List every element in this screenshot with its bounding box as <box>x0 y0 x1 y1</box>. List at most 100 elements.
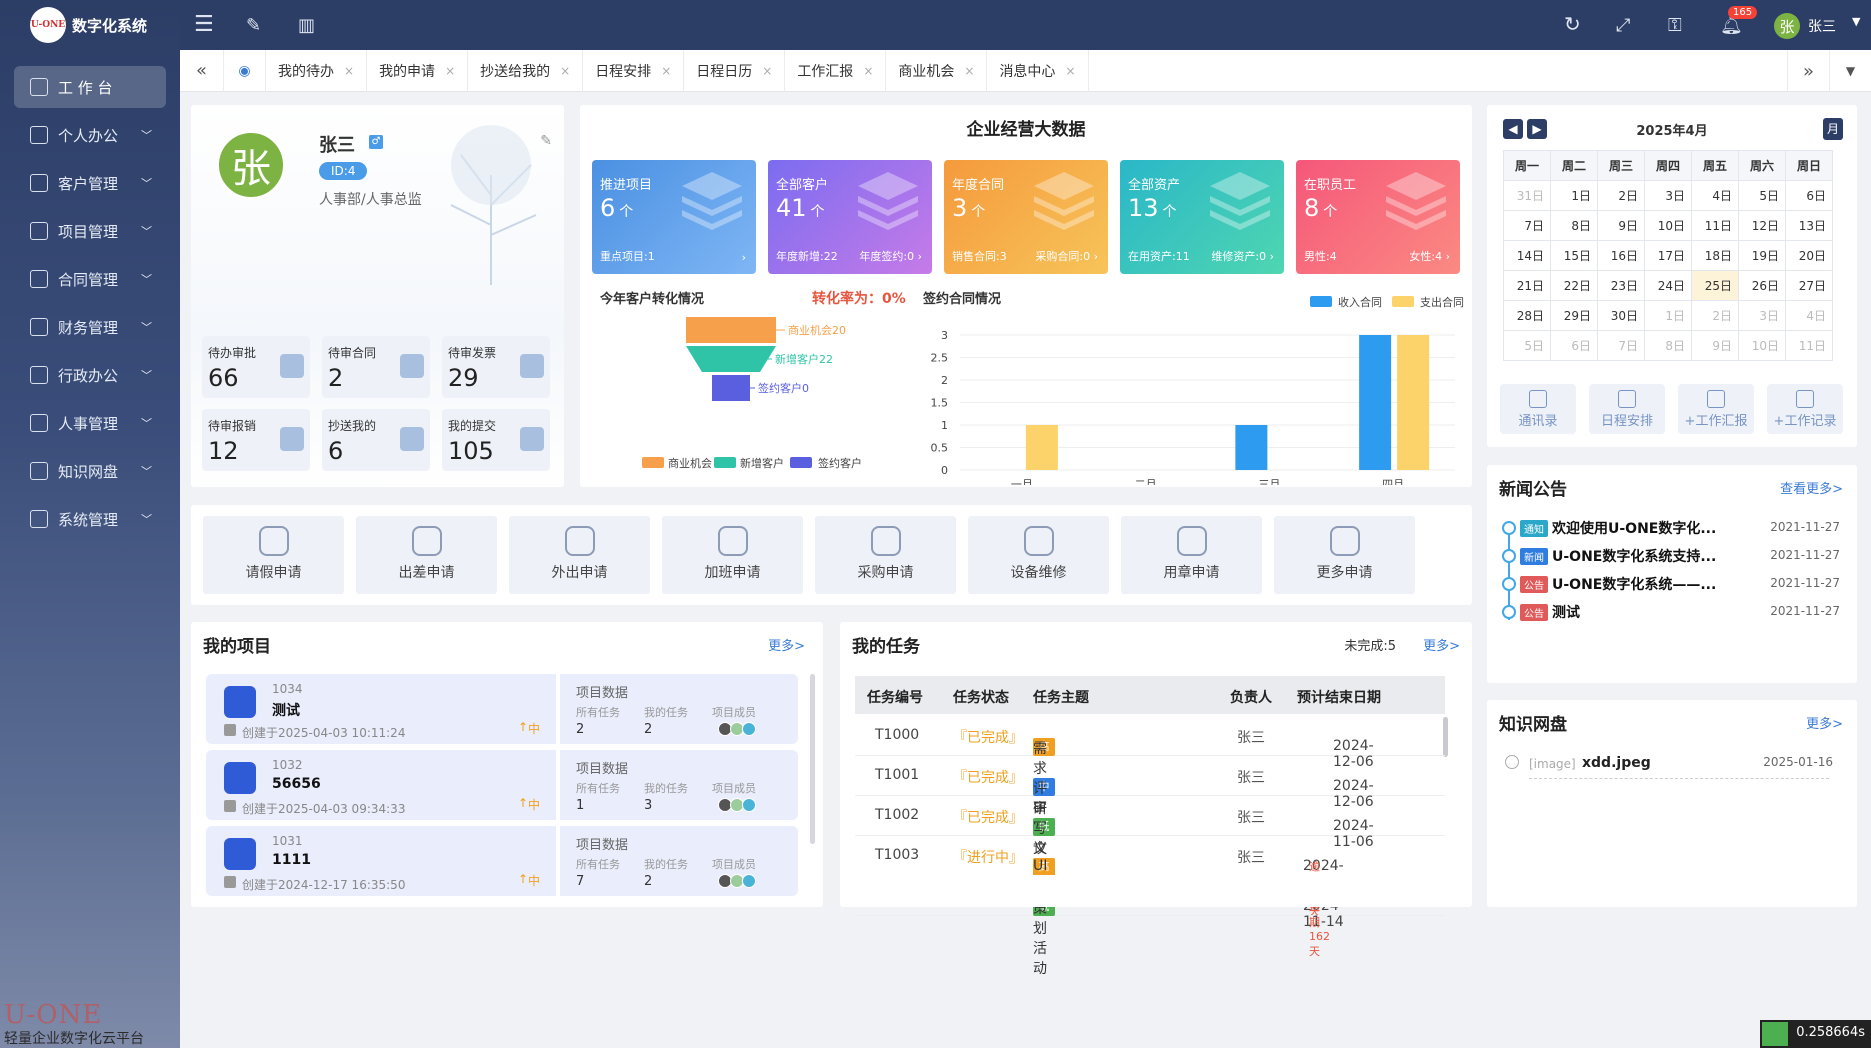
task-row-1[interactable]: T1001『已完成』中评审会议张三2024-12-06 <box>855 756 1445 857</box>
sidebar-item-9[interactable]: 系统管理 ﹀ <box>14 498 166 540</box>
calendar-day[interactable]: 18日 <box>1691 240 1739 271</box>
tabs-scroll-right-icon[interactable]: » <box>1787 50 1829 92</box>
calendar-day[interactable]: 2日 <box>1691 300 1739 331</box>
tab-1[interactable]: 我的申请 × <box>367 49 469 92</box>
bigdata-card-1[interactable]: 全部客户 41 个年度新增:22 年度签约:0 › <box>768 160 932 274</box>
calendar-day[interactable]: 11日 <box>1691 210 1739 241</box>
tab-5[interactable]: 工作汇报 × <box>785 49 887 92</box>
calendar-day[interactable]: 16日 <box>1597 240 1645 271</box>
calendar-day[interactable]: 8日 <box>1550 210 1598 241</box>
tab-3[interactable]: 日程安排 × <box>583 49 685 92</box>
news-more-link[interactable]: 查看更多> <box>1780 478 1843 497</box>
calendar-month-mode[interactable]: 月 <box>1823 118 1843 140</box>
fullscreen-icon[interactable]: ⤢ <box>1616 15 1630 36</box>
app-0[interactable]: 请假申请 <box>203 516 344 594</box>
sidebar-item-4[interactable]: 合同管理 ﹀ <box>14 258 166 300</box>
app-3[interactable]: 加班申请 <box>662 516 803 594</box>
tabs-scroll-left-icon[interactable]: « <box>180 49 224 92</box>
app-2[interactable]: 外出申请 <box>509 516 650 594</box>
calendar-day[interactable]: 27日 <box>1785 270 1833 301</box>
calendar-day[interactable]: 6日 <box>1785 180 1833 211</box>
sidebar-item-5[interactable]: 财务管理 ﹀ <box>14 306 166 348</box>
task-row-3[interactable]: T1003『进行中』高UI绘制张三2024-12-28逾期118天 <box>855 836 1445 918</box>
file-radio-icon[interactable] <box>1505 755 1519 769</box>
tasks-more-link[interactable]: 更多> <box>1423 635 1460 654</box>
news-row-1[interactable]: 新闻 U-ONE数字化系统支持... 2021-11-27 <box>1500 546 1840 568</box>
calendar-day[interactable]: 10日 <box>1738 330 1786 361</box>
calendar-day[interactable]: 5日 <box>1738 180 1786 211</box>
sidebar-item-2[interactable]: 客户管理 ﹀ <box>14 162 166 204</box>
tabs-menu-chevron-icon[interactable]: ▼ <box>1829 50 1871 92</box>
tab-4[interactable]: 日程日历 × <box>684 49 786 92</box>
calendar-day[interactable]: 29日 <box>1550 300 1598 331</box>
calendar-day[interactable]: 6日 <box>1550 330 1598 361</box>
calendar-day[interactable]: 5日 <box>1503 330 1551 361</box>
calendar-day[interactable]: 8日 <box>1644 330 1692 361</box>
calendar-day[interactable]: 21日 <box>1503 270 1551 301</box>
sidebar-item-6[interactable]: 行政办公 ﹀ <box>14 354 166 396</box>
calendar-day[interactable]: 1日 <box>1644 300 1692 331</box>
tab-home[interactable]: ◉ <box>224 49 266 92</box>
tab-6[interactable]: 商业机会 × <box>886 49 988 92</box>
calendar-day[interactable]: 3日 <box>1644 180 1692 211</box>
tab-close-icon[interactable]: × <box>964 64 974 78</box>
quick-action-2[interactable]: +工作汇报 <box>1678 384 1754 434</box>
layout-icon[interactable]: ▥ <box>298 15 315 36</box>
task-row-2[interactable]: T1002『已完成』低写文案张三2024-11-06 <box>855 796 1445 877</box>
calendar-day[interactable]: 15日 <box>1550 240 1598 271</box>
calendar-day[interactable]: 13日 <box>1785 210 1833 241</box>
calendar-day[interactable]: 25日 <box>1691 270 1739 301</box>
news-row-0[interactable]: 通知 欢迎使用U-ONE数字化... 2021-11-27 <box>1500 518 1840 540</box>
project-row-2[interactable]: 1031 1111 创建于2024-12-17 16:35:50 ↑ 中 项目数据 所有任务… <box>206 826 798 896</box>
user-name[interactable]: 张三 <box>1808 16 1836 36</box>
bigdata-card-4[interactable]: 在职员工 8 个男性:4 女性:4 › <box>1296 160 1460 274</box>
quick-action-1[interactable]: 日程安排 <box>1589 384 1665 434</box>
news-row-2[interactable]: 公告 U-ONE数字化系统——... 2021-11-27 <box>1500 574 1840 596</box>
user-chevron-down-icon[interactable]: ▼ <box>1852 15 1860 28</box>
news-row-3[interactable]: 公告 测试 2021-11-27 <box>1500 602 1840 624</box>
tab-7[interactable]: 消息中心 × <box>987 49 1089 92</box>
calendar-day[interactable]: 24日 <box>1644 270 1692 301</box>
quick-action-0[interactable]: 通讯录 <box>1500 384 1576 434</box>
task-row-0[interactable]: T1000『已完成』高需求调研张三2024-12-06 <box>855 716 1445 817</box>
calendar-day[interactable]: 9日 <box>1597 210 1645 241</box>
file-name[interactable]: xdd.jpeg <box>1582 755 1651 771</box>
tab-close-icon[interactable]: × <box>762 64 772 78</box>
refresh-icon[interactable]: ↻ <box>1564 12 1581 36</box>
app-1[interactable]: 出差申请 <box>356 516 497 594</box>
tab-close-icon[interactable]: × <box>445 64 455 78</box>
calendar-day[interactable]: 11日 <box>1785 330 1833 361</box>
sidebar-item-8[interactable]: 知识网盘 ﹀ <box>14 450 166 492</box>
calendar-day[interactable]: 1日 <box>1550 180 1598 211</box>
calendar-day[interactable]: 10日 <box>1644 210 1692 241</box>
tab-close-icon[interactable]: × <box>344 64 354 78</box>
project-row-1[interactable]: 1032 56656 创建于2025-04-03 09:34:33 ↑ 中 项目数据 所有任… <box>206 750 798 820</box>
profile-stat-4[interactable]: 抄送我的 6 <box>322 409 430 471</box>
disk-more-link[interactable]: 更多> <box>1806 713 1843 732</box>
profile-stat-5[interactable]: 我的提交 105 <box>442 409 550 471</box>
calendar-day[interactable]: 9日 <box>1691 330 1739 361</box>
calendar-day[interactable]: 7日 <box>1597 330 1645 361</box>
tab-close-icon[interactable]: × <box>661 64 671 78</box>
calendar-day[interactable]: 7日 <box>1503 210 1551 241</box>
user-avatar[interactable]: 张 <box>1774 13 1800 39</box>
calendar-day[interactable]: 4日 <box>1691 180 1739 211</box>
profile-stat-2[interactable]: 待审发票 29 <box>442 336 550 398</box>
calendar-day[interactable]: 31日 <box>1503 180 1551 211</box>
projects-more-link[interactable]: 更多> <box>768 635 805 654</box>
tab-close-icon[interactable]: × <box>560 64 570 78</box>
calendar-day[interactable]: 28日 <box>1503 300 1551 331</box>
calendar-day[interactable]: 12日 <box>1738 210 1786 241</box>
projects-scrollbar[interactable] <box>810 674 815 844</box>
quick-action-3[interactable]: +工作记录 <box>1767 384 1843 434</box>
tab-2[interactable]: 抄送给我的 × <box>468 49 584 92</box>
calendar-day[interactable]: 4日 <box>1785 300 1833 331</box>
tab-0[interactable]: 我的待办 × <box>266 49 368 92</box>
calendar-day[interactable]: 3日 <box>1738 300 1786 331</box>
sidebar-item-3[interactable]: 项目管理 ﹀ <box>14 210 166 252</box>
app-4[interactable]: 采购申请 <box>815 516 956 594</box>
calendar-day[interactable]: 30日 <box>1597 300 1645 331</box>
profile-stat-3[interactable]: 待审报销 12 <box>202 409 310 471</box>
calendar-day[interactable]: 20日 <box>1785 240 1833 271</box>
menu-toggle-icon[interactable]: ☰ <box>194 12 214 37</box>
